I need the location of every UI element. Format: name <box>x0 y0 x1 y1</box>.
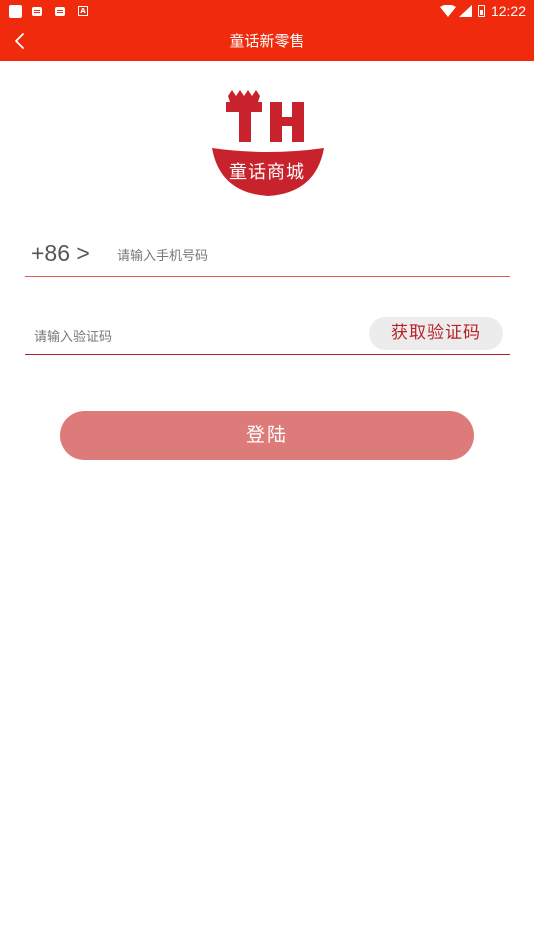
wifi-icon <box>439 5 456 17</box>
signal-icon <box>458 5 472 17</box>
status-bar: A 12:22 <box>0 0 534 22</box>
message-icon <box>32 6 42 16</box>
status-left-icons: A <box>9 4 88 18</box>
get-code-button[interactable]: 获取验证码 <box>369 317 503 350</box>
phone-input[interactable] <box>115 242 499 270</box>
chevron-left-icon <box>15 33 24 49</box>
verification-code-row: 获取验证码 <box>25 312 510 355</box>
message-icon <box>55 6 65 16</box>
battery-icon <box>477 5 485 17</box>
app-icon <box>9 4 22 18</box>
status-right-icons: 12:22 <box>439 2 526 20</box>
a-icon: A <box>78 6 88 16</box>
login-button[interactable]: 登陆 <box>60 411 474 460</box>
title-bar: 童话新零售 <box>0 22 534 61</box>
status-time: 12:22 <box>490 3 526 19</box>
phone-row: +86 > <box>25 232 510 277</box>
verification-code-input[interactable] <box>32 324 356 350</box>
logo-text: 童话商城 <box>229 162 305 183</box>
country-code-selector[interactable]: +86 > <box>31 240 90 267</box>
back-button[interactable] <box>6 26 36 56</box>
page-title: 童话新零售 <box>229 32 305 50</box>
